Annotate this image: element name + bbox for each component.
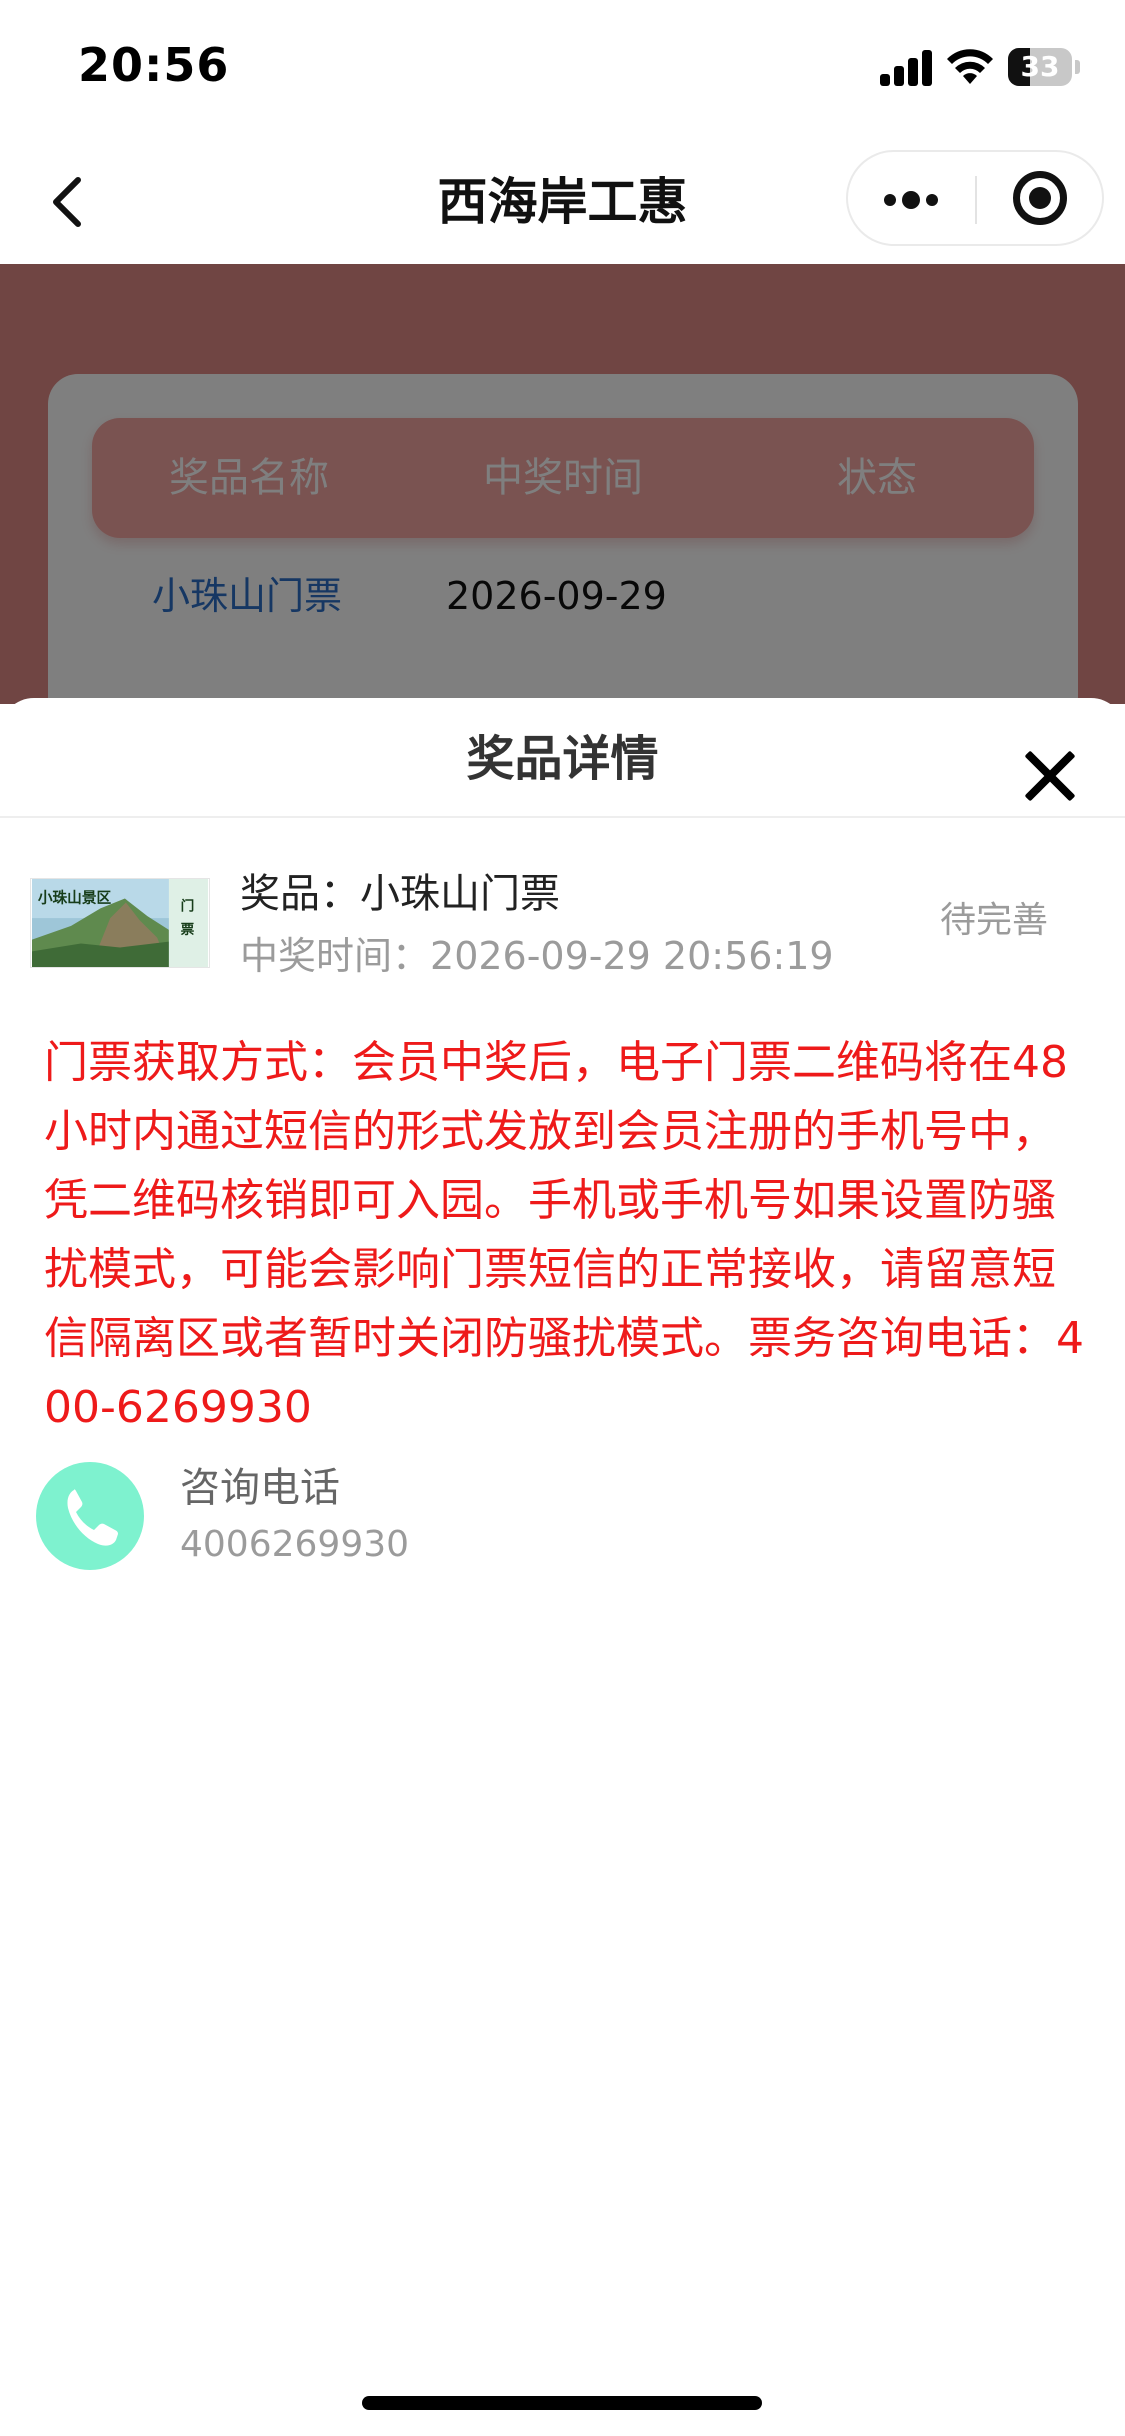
mini-program-capsule	[846, 150, 1104, 246]
prize-thumbnail: 小珠山景区 门 票	[30, 878, 210, 968]
close-x-icon[interactable]	[1022, 748, 1078, 804]
cellular-signal-icon	[880, 50, 934, 86]
phone-icon[interactable]	[36, 1462, 144, 1570]
prize-time-row: 中奖时间：2026-09-29 20:56:19	[240, 930, 834, 982]
prize-detail-sheet: 奖品详情 小珠山景区 门 票 奖品：小珠山门票 中奖时间：2026-09-29 …	[0, 698, 1125, 2436]
status-badge[interactable]: 待完善	[940, 896, 1048, 946]
contact-phone-number[interactable]: 4006269930	[180, 1520, 409, 1570]
target-circle-icon[interactable]	[977, 152, 1104, 244]
prize-name: 小珠山门票	[360, 871, 560, 917]
contact-label: 咨询电话	[180, 1465, 340, 1511]
prize-time-label: 中奖时间：	[240, 934, 431, 978]
battery-level: 33	[1020, 50, 1060, 83]
prize-name-label: 奖品：	[240, 871, 360, 917]
thumb-title: 小珠山景区	[38, 888, 112, 906]
sheet-title: 奖品详情	[466, 731, 659, 787]
ticket-notice-text: 门票获取方式：会员中奖后，电子门票二维码将在48小时内通过短信的形式发放到会员注…	[44, 1037, 1084, 1433]
modal-overlay[interactable]	[0, 264, 1125, 704]
thumb-badge-top: 门	[181, 897, 195, 914]
prize-name-row: 奖品：小珠山门票	[240, 866, 560, 922]
sheet-header: 奖品详情	[0, 698, 1125, 818]
thumb-badge-bottom: 票	[181, 922, 195, 938]
more-dots-icon[interactable]	[848, 152, 975, 244]
status-bar: 20:56 33	[0, 0, 1125, 140]
status-time: 20:56	[78, 38, 230, 92]
battery-icon: 33	[1008, 48, 1080, 86]
prize-time: 2026-09-29 20:56:19	[430, 934, 834, 978]
chevron-left-icon[interactable]	[40, 170, 100, 234]
nav-bar: 西海岸工惠	[0, 140, 1125, 264]
home-indicator[interactable]	[362, 2396, 762, 2410]
wifi-icon	[947, 49, 993, 84]
